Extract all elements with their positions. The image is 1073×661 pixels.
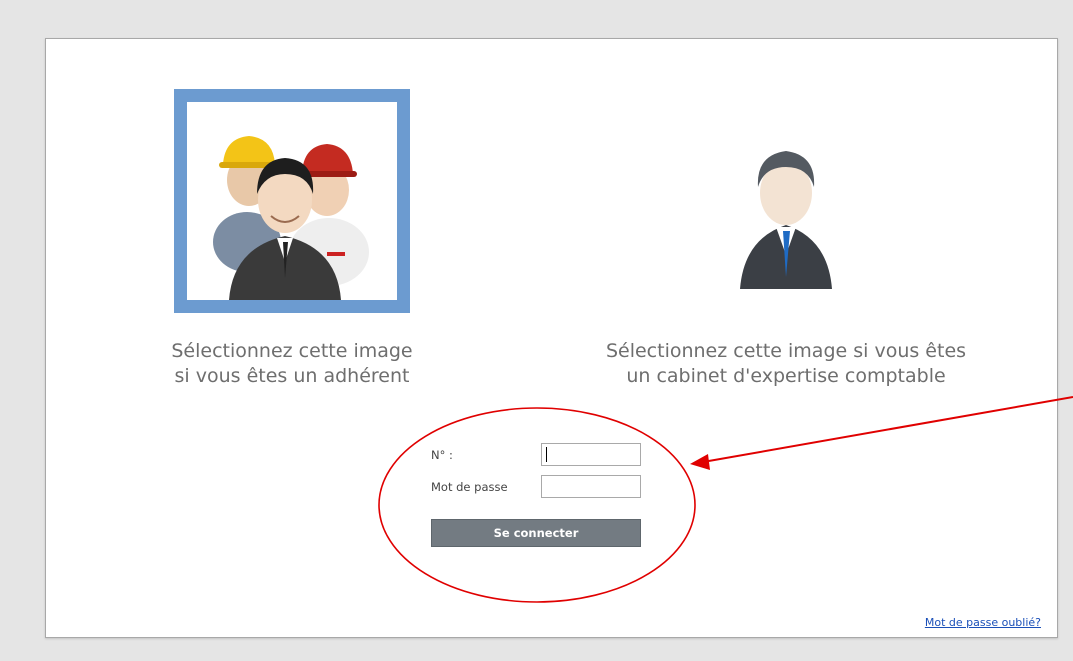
member-caption: Sélectionnez cette image si vous êtes un…	[171, 340, 413, 387]
number-input[interactable]	[541, 443, 641, 466]
password-row: Mot de passe	[431, 475, 646, 507]
accountant-tile[interactable]	[668, 89, 904, 313]
number-label: N° :	[431, 448, 453, 462]
group-of-workers-icon	[213, 136, 369, 300]
login-button[interactable]: Se connecter	[431, 519, 641, 547]
businessman-icon	[740, 151, 832, 289]
member-choice[interactable]: Sélectionnez cette image si vous êtes un…	[142, 89, 442, 389]
password-label: Mot de passe	[431, 480, 508, 494]
forgot-password-link[interactable]: Mot de passe oublié?	[925, 616, 1041, 629]
text-caret	[546, 447, 547, 462]
accountant-choice[interactable]: Sélectionnez cette image si vous êtes un…	[576, 89, 996, 389]
password-input[interactable]	[541, 475, 641, 498]
member-tile[interactable]	[174, 89, 410, 313]
login-form: N° : Mot de passe Se connecter	[431, 443, 646, 547]
number-row: N° :	[431, 443, 646, 475]
accountant-caption: Sélectionnez cette image si vous êtes un…	[605, 340, 967, 387]
login-panel: Sélectionnez cette image si vous êtes un…	[45, 38, 1058, 638]
